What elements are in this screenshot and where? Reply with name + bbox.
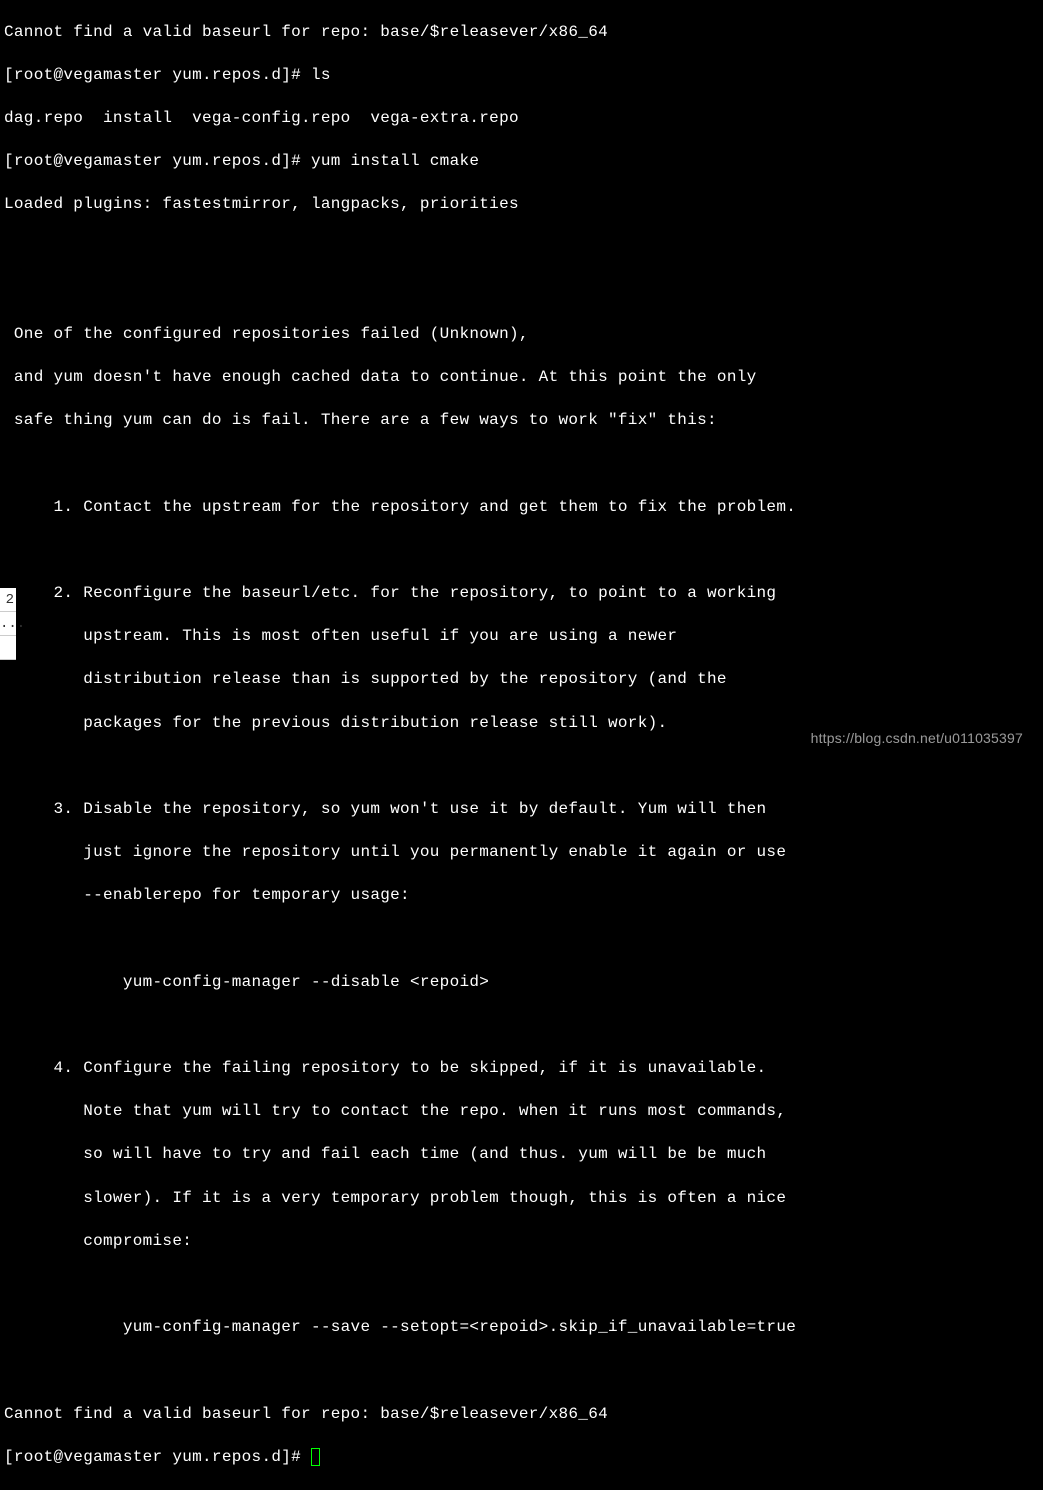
terminal-line: Cannot find a valid baseurl for repo: ba…: [4, 22, 1039, 44]
fragment-row: 2: [0, 588, 16, 612]
terminal-line: 1. Contact the upstream for the reposito…: [4, 497, 1039, 519]
terminal-line: Loaded plugins: fastestmirror, langpacks…: [4, 194, 1039, 216]
terminal-line: upstream. This is most often useful if y…: [4, 626, 1039, 648]
terminal-line: so will have to try and fail each time (…: [4, 1144, 1039, 1166]
terminal-line: dag.repo install vega-config.repo vega-e…: [4, 108, 1039, 130]
terminal-line: distribution release than is supported b…: [4, 669, 1039, 691]
terminal-line: [root@vegamaster yum.repos.d]# yum insta…: [4, 151, 1039, 173]
fragment-row: ...: [0, 612, 16, 636]
terminal-line: 3. Disable the repository, so yum won't …: [4, 799, 1039, 821]
watermark-text: https://blog.csdn.net/u011035397: [811, 729, 1023, 748]
terminal-cursor: [311, 1448, 320, 1466]
terminal-line: [4, 281, 1039, 303]
terminal-line: [4, 929, 1039, 951]
terminal-line: Note that yum will try to contact the re…: [4, 1101, 1039, 1123]
terminal-line: 2. Reconfigure the baseurl/etc. for the …: [4, 583, 1039, 605]
terminal-line: Cannot find a valid baseurl for repo: ba…: [4, 1404, 1039, 1426]
terminal-line: 4. Configure the failing repository to b…: [4, 1058, 1039, 1080]
terminal-line: just ignore the repository until you per…: [4, 842, 1039, 864]
terminal-line: slower). If it is a very temporary probl…: [4, 1188, 1039, 1210]
terminal-line: yum-config-manager --disable <repoid>: [4, 972, 1039, 994]
terminal-line: [4, 238, 1039, 260]
terminal-line: compromise:: [4, 1231, 1039, 1253]
terminal-line: [4, 453, 1039, 475]
terminal-line: [root@vegamaster yum.repos.d]# ls: [4, 65, 1039, 87]
terminal-prompt: [root@vegamaster yum.repos.d]#: [4, 1448, 311, 1466]
terminal-line: [4, 756, 1039, 778]
terminal-line: [4, 1015, 1039, 1037]
terminal-line: [4, 1360, 1039, 1382]
terminal-line: [4, 540, 1039, 562]
terminal-line: --enablerepo for temporary usage:: [4, 885, 1039, 907]
terminal-prompt-line[interactable]: [root@vegamaster yum.repos.d]#: [4, 1447, 1039, 1469]
terminal-line: and yum doesn't have enough cached data …: [4, 367, 1039, 389]
terminal-line: yum-config-manager --save --setopt=<repo…: [4, 1317, 1039, 1339]
fragment-row: [0, 636, 16, 660]
terminal-line: [4, 1274, 1039, 1296]
left-edge-fragments: 2 ...: [0, 588, 16, 660]
terminal-line: One of the configured repositories faile…: [4, 324, 1039, 346]
terminal-line: safe thing yum can do is fail. There are…: [4, 410, 1039, 432]
